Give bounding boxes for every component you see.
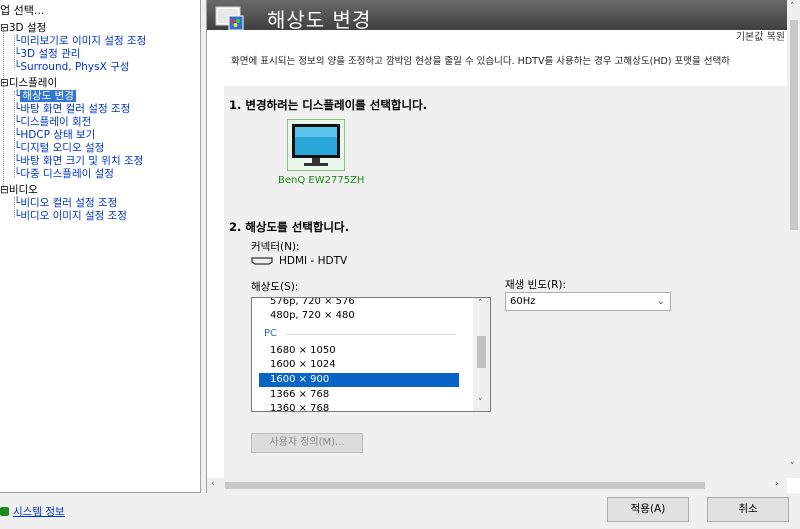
cancel-button[interactable]: 취소 <box>707 497 789 522</box>
display-settings-icon <box>215 6 244 31</box>
tree-item-video-color[interactable]: └비디오 컬러 설정 조정 <box>14 197 117 210</box>
content-pane: 해상도 변경 기본값 복원 화면에 표시되는 정보의 양을 조정하고 깜박임 현… <box>206 0 800 493</box>
tree-item-video-image[interactable]: └비디오 이미지 설정 조정 <box>14 210 127 223</box>
scroll-down-icon[interactable]: ˅ <box>790 462 795 472</box>
resolution-option[interactable]: 480p, 720 × 480 <box>270 309 355 323</box>
display-selector-benq[interactable] <box>287 119 345 171</box>
tree-category-video[interactable]: ⊟비디오 <box>0 184 38 197</box>
resolution-option[interactable]: 1600 × 1024 <box>270 358 336 372</box>
pane-vertical-scrollbar[interactable]: ˄ ˅ <box>787 0 800 478</box>
page-header: 해상도 변경 기본값 복원 <box>207 0 800 45</box>
tree-item-manage-3d[interactable]: └3D 설정 관리 <box>14 48 80 61</box>
tree-category-3d[interactable]: ⊟3D 설정 <box>0 22 46 35</box>
scroll-left-icon[interactable]: ‹ <box>211 479 215 489</box>
pane-horizontal-scrollbar[interactable]: ‹ › <box>207 478 787 493</box>
tree-item-image-settings-preview[interactable]: └미리보기로 이미지 설정 조정 <box>14 35 146 48</box>
tree-line <box>3 28 4 188</box>
resolution-option[interactable]: 576p, 720 × 576 <box>270 298 355 309</box>
tree-item-change-resolution[interactable]: └ 해상도 변경 <box>14 90 76 103</box>
chevron-down-icon: ⌄ <box>656 296 665 307</box>
section-select-resolution-title: 2. 해상도를 선택합니다. <box>229 220 349 234</box>
nvidia-control-panel: 업 선택... ⊟3D 설정 └미리보기로 이미지 설정 조정 └3D 설정 관… <box>0 0 800 529</box>
task-tree-header: 업 선택... <box>0 4 45 17</box>
page-description: 화면에 표시되는 정보의 양을 조정하고 깜박임 현상을 줄일 수 있습니다. … <box>231 56 730 67</box>
resolution-option[interactable]: 1366 × 768 <box>270 388 329 402</box>
monitor-name: BenQ EW2775ZH <box>278 175 365 186</box>
resolution-option[interactable]: 1680 × 1050 <box>270 344 336 358</box>
refresh-rate-label: 재생 빈도(R): <box>505 279 567 291</box>
scroll-right-icon[interactable]: › <box>775 479 779 489</box>
apply-button[interactable]: 적용(A) <box>607 497 689 522</box>
tree-item-rotate-display[interactable]: └디스플레이 회전 <box>14 116 91 129</box>
task-tree[interactable]: 업 선택... ⊟3D 설정 └미리보기로 이미지 설정 조정 └3D 설정 관… <box>0 0 201 493</box>
resolution-group-pc: PC <box>264 328 278 339</box>
resolution-list[interactable]: 576p, 720 × 576 480p, 720 × 480 PC 1680 … <box>251 297 491 412</box>
resolution-label: 해상도(S): <box>251 281 299 293</box>
section-select-display-title: 1. 변경하려는 디스플레이를 선택합니다. <box>229 98 428 112</box>
scroll-up-icon[interactable]: ˄ <box>790 2 795 12</box>
scroll-thumb[interactable] <box>225 482 705 489</box>
scroll-thumb[interactable] <box>790 20 798 230</box>
scroll-down-icon[interactable]: ˅ <box>478 398 483 408</box>
refresh-rate-select[interactable]: 60Hz ⌄ <box>505 292 671 311</box>
system-info-label: 시스템 정보 <box>13 506 65 518</box>
scroll-thumb[interactable] <box>477 336 486 368</box>
custom-resolution-button[interactable]: 사용자 정의(M)... <box>251 433 363 453</box>
refresh-rate-value: 60Hz <box>510 296 536 307</box>
nvidia-icon <box>0 507 9 516</box>
connector-label: 커넥터(N): <box>251 241 300 253</box>
tree-item-desktop-color[interactable]: └바탕 화면 컬러 설정 조정 <box>14 103 130 116</box>
monitor-icon <box>292 124 340 166</box>
settings-panel: 1. 변경하려는 디스플레이를 선택합니다. BenQ EW2775ZH 2. … <box>224 86 787 478</box>
resolution-option[interactable]: 1360 × 768 <box>270 402 329 411</box>
hdmi-icon <box>251 257 273 265</box>
tree-item-multi-display[interactable]: └다중 디스플레이 설정 <box>14 168 114 181</box>
connector-value: HDMI - HDTV <box>279 255 348 267</box>
group-divider <box>286 334 456 335</box>
tree-item-digital-audio[interactable]: └디지털 오디오 설정 <box>14 142 104 155</box>
scroll-up-icon[interactable]: ˄ <box>478 299 483 309</box>
tree-item-surround-physx[interactable]: └Surround, PhysX 구성 <box>14 61 129 74</box>
page-title: 해상도 변경 <box>267 8 372 32</box>
tree-category-display[interactable]: ⊟디스플레이 <box>0 77 57 90</box>
restore-defaults-link[interactable]: 기본값 복원 <box>736 28 785 43</box>
resolution-option-selected[interactable]: 1600 × 900 <box>259 373 459 387</box>
tree-item-hdcp-status[interactable]: └HDCP 상태 보기 <box>14 129 95 142</box>
system-info-link[interactable]: 시스템 정보 <box>0 504 65 518</box>
tree-item-desktop-size[interactable]: └바탕 화면 크기 및 위치 조정 <box>14 155 143 168</box>
resolution-list-scrollbar[interactable]: ˄ ˅ <box>473 298 490 411</box>
